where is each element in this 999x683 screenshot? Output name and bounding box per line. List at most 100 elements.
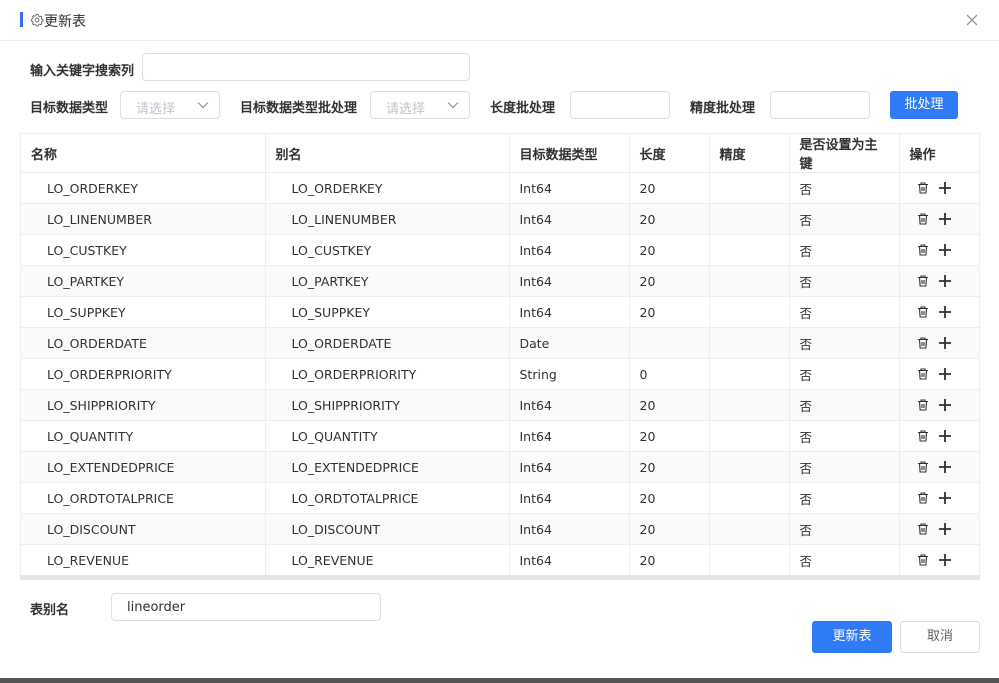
chevron-down-icon	[197, 102, 209, 109]
cell-type: Date	[509, 327, 630, 359]
search-input[interactable]	[142, 53, 470, 81]
cell-length	[629, 327, 710, 359]
column-header: 长度	[629, 134, 710, 173]
trash-icon[interactable]	[916, 553, 930, 567]
plus-icon[interactable]	[938, 429, 952, 443]
plus-icon[interactable]	[938, 553, 952, 567]
cell-alias: LO_SUPPKEY	[265, 296, 510, 328]
cell-length: 20	[629, 544, 710, 576]
column-header: 目标数据类型	[509, 134, 630, 173]
update-table-button[interactable]: 更新表	[812, 621, 892, 653]
column-header: 精度	[709, 134, 790, 173]
cell-length: 20	[629, 513, 710, 545]
cell-alias: LO_ORDERKEY	[265, 172, 510, 204]
cell-length: 20	[629, 296, 710, 328]
cell-name: LO_LINENUMBER	[21, 203, 266, 235]
plus-icon[interactable]	[938, 336, 952, 350]
trash-icon[interactable]	[916, 274, 930, 288]
cell-actions	[899, 451, 979, 483]
table-row[interactable]: LO_CUSTKEY LO_CUSTKEY Int64 20 否	[21, 234, 979, 266]
target-type-select[interactable]: 请选择	[120, 91, 220, 119]
trash-icon[interactable]	[916, 398, 930, 412]
trash-icon[interactable]	[916, 429, 930, 443]
horizontal-scrollbar[interactable]	[20, 575, 980, 580]
plus-icon[interactable]	[938, 491, 952, 505]
batch-process-button[interactable]: 批处理	[890, 91, 958, 119]
cell-precision	[709, 265, 790, 297]
close-icon[interactable]	[963, 11, 981, 29]
cell-alias: LO_EXTENDEDPRICE	[265, 451, 510, 483]
trash-icon[interactable]	[916, 305, 930, 319]
plus-icon[interactable]	[938, 181, 952, 195]
trash-icon[interactable]	[916, 522, 930, 536]
column-header: 名称	[21, 134, 266, 173]
cell-alias: LO_LINENUMBER	[265, 203, 510, 235]
plus-icon[interactable]	[938, 398, 952, 412]
cell-length: 20	[629, 265, 710, 297]
trash-icon[interactable]	[916, 181, 930, 195]
length-batch-input[interactable]	[570, 91, 670, 119]
table-row[interactable]: LO_ORDERPRIORITY LO_ORDERPRIORITY String 0 否	[21, 358, 979, 390]
plus-icon[interactable]	[938, 522, 952, 536]
plus-icon[interactable]	[938, 305, 952, 319]
columns-table: 名称 别名 目标数据类型 长度 精度 是否设置为主键 操作 LO_ORDERKEY LO_OR…	[20, 133, 980, 580]
cell-alias: LO_CUSTKEY	[265, 234, 510, 266]
trash-icon[interactable]	[916, 460, 930, 474]
plus-icon[interactable]	[938, 243, 952, 257]
column-header: 操作	[899, 134, 979, 173]
cell-pk: 否	[789, 451, 900, 483]
trash-icon[interactable]	[916, 336, 930, 350]
cell-pk: 否	[789, 513, 900, 545]
table-row[interactable]: LO_QUANTITY LO_QUANTITY Int64 20 否	[21, 420, 979, 452]
table-row[interactable]: LO_ORDERKEY LO_ORDERKEY Int64 20 否	[21, 172, 979, 204]
background-strip	[0, 678, 999, 683]
trash-icon[interactable]	[916, 243, 930, 257]
cell-name: LO_QUANTITY	[21, 420, 266, 452]
dialog-title: 更新表	[44, 14, 86, 30]
precision-batch-input[interactable]	[770, 91, 870, 119]
cell-pk: 否	[789, 234, 900, 266]
cell-actions	[899, 203, 979, 235]
cell-actions	[899, 389, 979, 421]
cell-precision	[709, 358, 790, 390]
plus-icon[interactable]	[938, 274, 952, 288]
cell-pk: 否	[789, 389, 900, 421]
cell-type: Int64	[509, 482, 630, 514]
cell-precision	[709, 482, 790, 514]
cancel-button[interactable]: 取消	[900, 621, 980, 653]
cell-alias: LO_ORDERDATE	[265, 327, 510, 359]
plus-icon[interactable]	[938, 212, 952, 226]
cell-pk: 否	[789, 172, 900, 204]
cell-type: Int64	[509, 234, 630, 266]
chevron-down-icon	[447, 102, 459, 109]
table-row[interactable]: LO_PARTKEY LO_PARTKEY Int64 20 否	[21, 265, 979, 297]
plus-icon[interactable]	[938, 367, 952, 381]
cell-precision	[709, 451, 790, 483]
table-alias-input[interactable]	[111, 593, 381, 621]
table-row[interactable]: LO_EXTENDEDPRICE LO_EXTENDEDPRICE Int64 20 否	[21, 451, 979, 483]
cell-name: LO_PARTKEY	[21, 265, 266, 297]
cell-actions	[899, 327, 979, 359]
cell-precision	[709, 234, 790, 266]
table-row[interactable]: LO_DISCOUNT LO_DISCOUNT Int64 20 否	[21, 513, 979, 545]
table-row[interactable]: LO_ORDERDATE LO_ORDERDATE Date 否	[21, 327, 979, 359]
table-row[interactable]: LO_ORDTOTALPRICE LO_ORDTOTALPRICE Int64 20 否	[21, 482, 979, 514]
cell-alias: LO_SHIPPRIORITY	[265, 389, 510, 421]
trash-icon[interactable]	[916, 212, 930, 226]
plus-icon[interactable]	[938, 460, 952, 474]
table-row[interactable]: LO_REVENUE LO_REVENUE Int64 20 否	[21, 544, 979, 576]
cell-type: Int64	[509, 296, 630, 328]
column-header: 别名	[265, 134, 510, 173]
table-row[interactable]: LO_SHIPPRIORITY LO_SHIPPRIORITY Int64 20 否	[21, 389, 979, 421]
batch-type-select[interactable]: 请选择	[370, 91, 470, 119]
cell-precision	[709, 513, 790, 545]
cell-precision	[709, 203, 790, 235]
search-label: 输入关键字搜索列	[30, 64, 135, 79]
trash-icon[interactable]	[916, 491, 930, 505]
trash-icon[interactable]	[916, 367, 930, 381]
cell-name: LO_EXTENDEDPRICE	[21, 451, 266, 483]
table-row[interactable]: LO_LINENUMBER LO_LINENUMBER Int64 20 否	[21, 203, 979, 235]
table-header-row: 名称 别名 目标数据类型 长度 精度 是否设置为主键 操作	[21, 134, 979, 173]
table-row[interactable]: LO_SUPPKEY LO_SUPPKEY Int64 20 否	[21, 296, 979, 328]
cell-precision	[709, 544, 790, 576]
